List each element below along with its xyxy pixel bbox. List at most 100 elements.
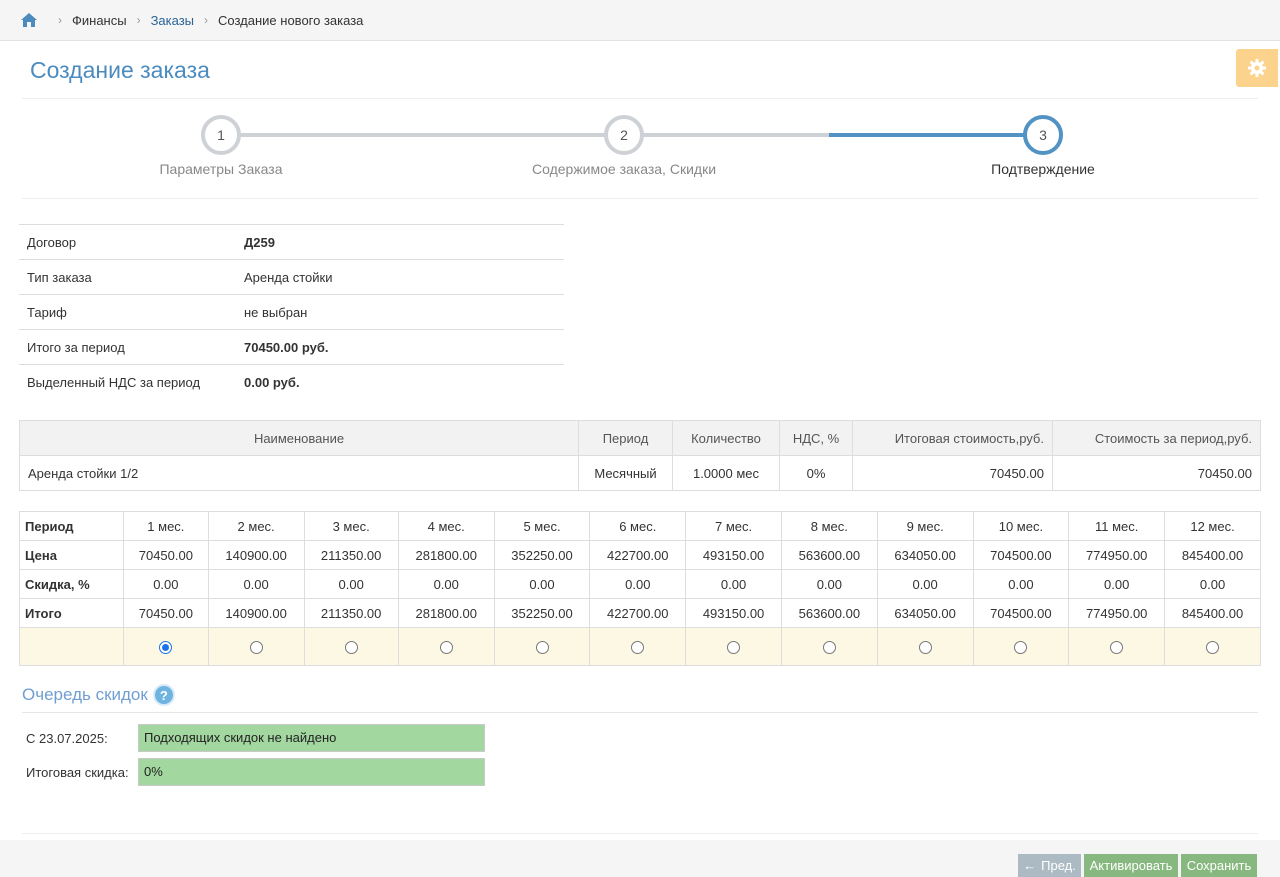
period-select-row [19,627,1261,666]
period-cell: 70450.00 [123,540,209,570]
period-cell: 704500.00 [972,540,1070,570]
table-cell: 70450.00 [852,455,1053,491]
discount-result-field: Подходящих скидок не найдено [138,724,485,752]
period-cell: 70450.00 [123,598,209,628]
period-cell: 140900.00 [207,540,305,570]
period-radio[interactable] [535,641,549,655]
period-radio[interactable] [822,641,836,655]
period-row-label: Период [19,511,124,541]
breadcrumb-orders[interactable]: Заказы [151,13,194,28]
divider [22,712,1258,713]
period-radio[interactable] [1014,641,1028,655]
period-cell: 774950.00 [1068,598,1166,628]
period-cell: 0.00 [1164,569,1261,599]
info-row: Договор Д259 [19,224,564,260]
info-value: не выбран [236,294,564,330]
question-icon[interactable]: ? [152,684,175,706]
period-cell: 0.00 [303,569,399,599]
period-cell: 140900.00 [207,598,305,628]
period-cell: 3 мес. [303,511,399,541]
info-label: Выделенный НДС за период [19,364,236,400]
prev-button[interactable]: ← Пред. [1018,854,1081,877]
wizard-step-2[interactable]: 2 [604,115,644,155]
wizard-step-1[interactable]: 1 [201,115,241,155]
period-radio-cell [493,627,591,666]
period-cell: 774950.00 [1068,540,1166,570]
info-label: Тип заказа [19,259,236,295]
period-pricing-table: Период 1 мес. 2 мес. 3 мес. 4 мес. 5 мес. 6 ме… [19,511,1261,666]
period-cell: 6 мес. [589,511,687,541]
period-cell: 4 мес. [397,511,495,541]
period-cell: 493150.00 [685,540,782,570]
period-cell: 11 мес. [1068,511,1166,541]
period-row-label: Цена [19,540,124,570]
wizard-line [624,133,829,137]
wizard-line-active [829,133,1043,137]
period-radio[interactable] [918,641,932,655]
period-cell: 845400.00 [1164,598,1261,628]
period-cell: 0.00 [493,569,591,599]
divider [22,833,1258,834]
period-cell: 0.00 [207,569,305,599]
divider [22,198,1258,199]
wizard-step-label: Подтверждение [991,161,1095,177]
period-radio[interactable] [1110,641,1124,655]
info-label: Итого за период [19,329,236,365]
save-button[interactable]: Сохранить [1181,854,1257,877]
period-cell: 0.00 [972,569,1070,599]
table-row: Аренда стойки 1/2 Месячный 1.0000 мес 0%… [19,455,1261,491]
wizard-steps: 1 2 3 Параметры Заказа Содержимое заказа… [0,110,1280,190]
form-actions-bar: ← Пред. Активировать Сохранить [0,840,1280,877]
period-cell: 0.00 [876,569,974,599]
home-icon[interactable] [20,12,38,28]
discount-queue-title: Очередь скидок [22,685,148,704]
period-cell: 10 мес. [972,511,1070,541]
info-row: Тип заказа Аренда стойки [19,259,564,295]
period-radio-cell [1164,627,1261,666]
period-radio[interactable] [159,641,173,655]
period-radio-cell [123,627,209,666]
info-row: Выделенный НДС за период 0.00 руб. [19,364,564,400]
period-cell: 0.00 [397,569,495,599]
info-value: 0.00 руб. [236,364,564,400]
discount-date-label: С 23.07.2025: [26,731,108,746]
chevron-right-icon: › [58,13,62,27]
step-number: 1 [217,127,225,143]
period-cell: 493150.00 [685,598,782,628]
order-info-table: Договор Д259 Тип заказа Аренда стойки Тари… [19,224,564,400]
period-cell: 563600.00 [780,540,878,570]
period-radio[interactable] [631,641,645,655]
period-cell: 8 мес. [780,511,878,541]
period-cell: 352250.00 [493,540,591,570]
period-cell: 704500.00 [972,598,1070,628]
settings-button[interactable] [1236,49,1278,87]
activate-button[interactable]: Активировать [1084,854,1178,877]
period-radio-cell [589,627,687,666]
period-radio[interactable] [344,641,358,655]
period-cell: 0.00 [1068,569,1166,599]
chevron-right-icon: › [204,13,209,27]
period-radio[interactable] [439,641,453,655]
wizard-step-label: Содержимое заказа, Скидки [531,161,717,177]
period-radio[interactable] [727,641,741,655]
period-radio[interactable] [249,641,263,655]
period-cell: 2 мес. [207,511,305,541]
period-radio-cell [780,627,878,666]
period-cell: 634050.00 [876,598,974,628]
info-value: Д259 [236,224,564,260]
period-radio[interactable] [1206,641,1220,655]
arrow-left-icon: ← [1023,858,1037,873]
period-cell: 422700.00 [589,598,687,628]
period-cell: 0.00 [589,569,687,599]
period-radio-cell [972,627,1070,666]
period-cell: 281800.00 [397,598,495,628]
period-cell: 12 мес. [1164,511,1261,541]
period-radio-cell [303,627,399,666]
period-cell: 0.00 [123,569,209,599]
period-radio-cell [207,627,305,666]
info-value: 70450.00 руб. [236,329,564,365]
breadcrumb-finance[interactable]: Финансы [72,13,127,28]
period-cell: 0.00 [780,569,878,599]
period-row: Скидка, % 0.00 0.00 0.00 0.00 0.00 0.00 0.00 0.0… [19,569,1261,599]
wizard-step-3[interactable]: 3 [1023,115,1063,155]
